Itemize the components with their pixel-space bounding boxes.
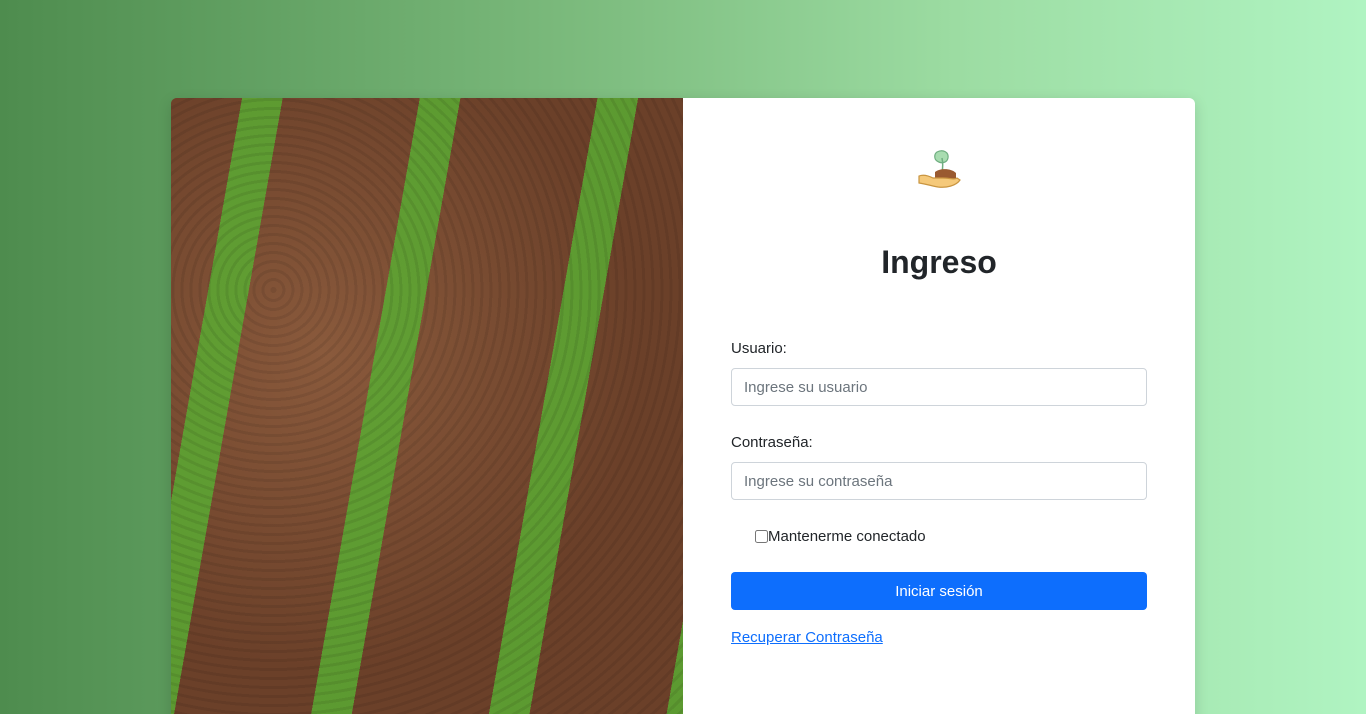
remember-me-checkbox[interactable]	[755, 530, 768, 543]
login-button[interactable]: Iniciar sesión	[731, 572, 1147, 610]
login-card: Ingreso Usuario: Contraseña: Mantenerme …	[171, 98, 1195, 714]
password-label: Contraseña:	[731, 434, 813, 451]
remember-me: Mantenerme conectado	[755, 528, 926, 545]
username-label: Usuario:	[731, 340, 787, 357]
plant-in-hand-logo-icon	[918, 150, 961, 188]
remember-me-label[interactable]: Mantenerme conectado	[768, 528, 926, 545]
password-input[interactable]	[731, 462, 1147, 500]
login-form: Ingreso Usuario: Contraseña: Mantenerme …	[683, 98, 1195, 714]
page-title: Ingreso	[881, 244, 997, 280]
username-input[interactable]	[731, 368, 1147, 406]
recover-password-link[interactable]: Recuperar Contraseña	[731, 629, 883, 646]
cornfield-image	[171, 98, 683, 714]
